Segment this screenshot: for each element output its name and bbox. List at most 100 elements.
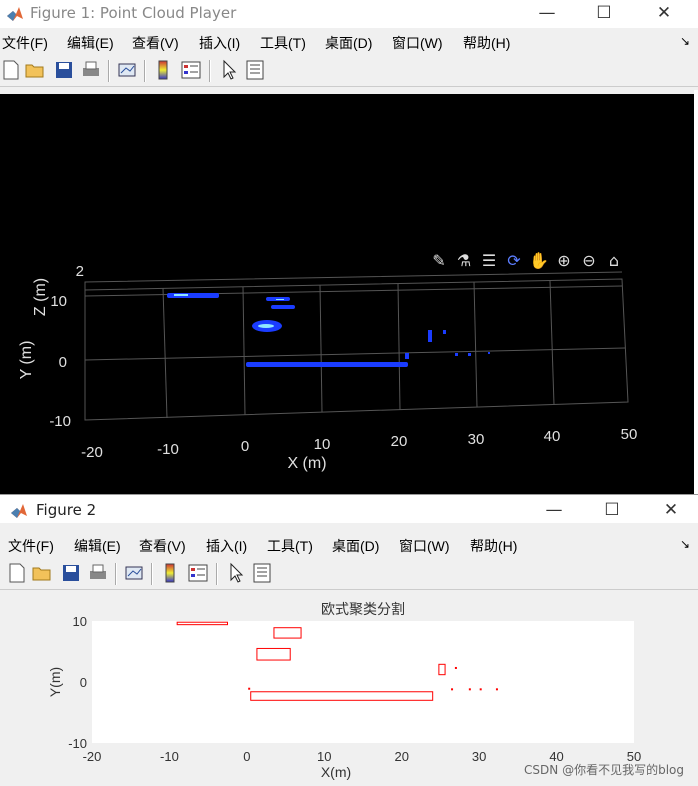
save-icon[interactable] bbox=[53, 59, 75, 81]
point-cloud-axes[interactable]: -20 -10 0 10 20 30 40 50 -10 0 10 2 X (m… bbox=[0, 94, 694, 494]
rotate-icon[interactable]: ⟳ bbox=[503, 250, 525, 272]
x-tick: 10 bbox=[314, 436, 331, 453]
dock-icon[interactable]: ↘ bbox=[680, 34, 690, 48]
link-plot-icon[interactable] bbox=[116, 59, 138, 81]
figure2-titlebar[interactable]: Figure 2 — ☐ ✕ bbox=[0, 495, 698, 523]
toolbar-separator bbox=[216, 563, 218, 585]
figure1-title: Figure 1: Point Cloud Player bbox=[30, 4, 237, 22]
matlab-logo-icon bbox=[7, 7, 23, 21]
colorbar-icon[interactable] bbox=[159, 562, 181, 584]
x-tick-label: 0 bbox=[243, 749, 250, 764]
figure1-toolbar bbox=[0, 54, 698, 87]
dock-icon[interactable]: ↘ bbox=[680, 537, 690, 551]
x-tick-label: -10 bbox=[160, 749, 179, 764]
y-tick-label: 10 bbox=[73, 614, 87, 629]
legend-icon[interactable] bbox=[180, 59, 202, 81]
chart-title: 欧式聚类分割 bbox=[321, 601, 405, 617]
close-button[interactable]: ✕ bbox=[648, 497, 694, 525]
x-tick: 50 bbox=[621, 426, 638, 443]
save-icon[interactable] bbox=[60, 562, 82, 584]
cluster-point bbox=[454, 666, 457, 669]
colorbar-icon[interactable] bbox=[152, 59, 174, 81]
menu-file[interactable]: 文件(F) bbox=[8, 536, 54, 556]
figure2-window: Figure 2 — ☐ ✕ 文件(F) 编辑(E) 查看(V) 插入(I) 工… bbox=[0, 494, 698, 786]
menu-insert[interactable]: 插入(I) bbox=[206, 536, 247, 556]
datatip-icon[interactable]: ⚗ bbox=[453, 250, 475, 272]
home-icon[interactable]: ⌂ bbox=[603, 250, 625, 272]
toolbar-separator bbox=[108, 60, 110, 82]
x-tick: 40 bbox=[544, 428, 561, 445]
menu-file[interactable]: 文件(F) bbox=[2, 33, 48, 53]
print-icon[interactable] bbox=[80, 59, 102, 81]
menu-insert[interactable]: 插入(I) bbox=[199, 33, 240, 53]
zoom-out-icon[interactable]: ⊖ bbox=[578, 250, 600, 272]
print-icon[interactable] bbox=[87, 562, 109, 584]
menu-view[interactable]: 查看(V) bbox=[139, 536, 186, 556]
cluster-point bbox=[495, 688, 498, 691]
point-cloud-plot[interactable]: -20 -10 0 10 20 30 40 50 -10 0 10 2 X (m… bbox=[0, 94, 694, 494]
maximize-button[interactable]: ☐ bbox=[589, 497, 635, 525]
cluster-chart[interactable]: -20 -10 0 10 20 30 40 50-10010 欧式聚类分割 X(m) Y(m) bbox=[0, 591, 698, 786]
cluster-point bbox=[451, 688, 454, 691]
x-tick-label: 20 bbox=[394, 749, 408, 764]
link-plot-icon[interactable] bbox=[123, 562, 145, 584]
x-tick: 0 bbox=[241, 438, 249, 455]
z-tick: 2 bbox=[76, 263, 84, 280]
legend-icon[interactable] bbox=[187, 562, 209, 584]
z-axis-label: Z (m) bbox=[32, 278, 49, 316]
cluster-point bbox=[248, 687, 251, 690]
toolbar-separator bbox=[144, 60, 146, 82]
x-tick: 30 bbox=[468, 431, 485, 448]
legend-icon[interactable]: ☰ bbox=[478, 250, 500, 272]
open-file-icon[interactable] bbox=[24, 59, 46, 81]
y-tick-label: -10 bbox=[68, 736, 87, 751]
menu-edit[interactable]: 编辑(E) bbox=[74, 536, 121, 556]
y-axis-label: Y(m) bbox=[47, 667, 63, 697]
minimize-button[interactable]: — bbox=[531, 497, 577, 525]
y-tick-label: 0 bbox=[80, 675, 87, 690]
menu-edit[interactable]: 编辑(E) bbox=[67, 33, 114, 53]
x-tick: -10 bbox=[157, 441, 179, 458]
figure2-title: Figure 2 bbox=[36, 501, 97, 519]
close-button[interactable]: ✕ bbox=[641, 0, 687, 28]
open-file-icon[interactable] bbox=[31, 562, 53, 584]
zoom-in-icon[interactable]: ⊕ bbox=[553, 250, 575, 272]
y-tick: 10 bbox=[50, 293, 67, 310]
brush-icon[interactable]: ✎ bbox=[428, 250, 450, 272]
new-figure-icon[interactable] bbox=[6, 562, 28, 584]
menu-desktop[interactable]: 桌面(D) bbox=[332, 536, 379, 556]
menu-window[interactable]: 窗口(W) bbox=[399, 536, 450, 556]
new-figure-icon[interactable] bbox=[0, 59, 22, 81]
plot-area bbox=[92, 621, 634, 743]
x-tick: -20 bbox=[81, 444, 103, 461]
pointer-icon[interactable] bbox=[218, 59, 240, 81]
maximize-button[interactable]: ☐ bbox=[581, 0, 627, 28]
axes-toolbar: ✎ ⚗ ☰ ⟳ ✋ ⊕ ⊖ ⌂ bbox=[428, 250, 628, 272]
x-tick-label: 30 bbox=[472, 749, 486, 764]
x-axis-label: X (m) bbox=[287, 455, 326, 472]
property-inspector-icon[interactable] bbox=[244, 59, 266, 81]
property-inspector-icon[interactable] bbox=[251, 562, 273, 584]
toolbar-separator bbox=[151, 563, 153, 585]
menu-window[interactable]: 窗口(W) bbox=[392, 33, 443, 53]
background-window-edge bbox=[694, 90, 698, 494]
csdn-watermark: CSDN @你看不见我写的blog bbox=[524, 763, 684, 777]
cluster-point bbox=[479, 688, 482, 691]
y-tick: 0 bbox=[59, 354, 67, 371]
menu-help[interactable]: 帮助(H) bbox=[463, 33, 510, 53]
x-axis-label: X(m) bbox=[321, 764, 351, 780]
figure1-titlebar[interactable]: Figure 1: Point Cloud Player — ☐ ✕ bbox=[0, 0, 698, 28]
x-tick: 20 bbox=[391, 433, 408, 450]
menu-tools[interactable]: 工具(T) bbox=[267, 536, 313, 556]
menu-tools[interactable]: 工具(T) bbox=[260, 33, 306, 53]
menu-view[interactable]: 查看(V) bbox=[132, 33, 179, 53]
menu-help[interactable]: 帮助(H) bbox=[470, 536, 517, 556]
pointer-icon[interactable] bbox=[225, 562, 247, 584]
toolbar-separator bbox=[209, 60, 211, 82]
menu-desktop[interactable]: 桌面(D) bbox=[325, 33, 372, 53]
minimize-button[interactable]: — bbox=[524, 0, 570, 28]
pan-icon[interactable]: ✋ bbox=[528, 250, 550, 272]
y-axis-label: Y (m) bbox=[18, 341, 35, 380]
figure1-menubar: 文件(F) 编辑(E) 查看(V) 插入(I) 工具(T) 桌面(D) 窗口(W… bbox=[0, 28, 698, 54]
toolbar-separator bbox=[115, 563, 117, 585]
